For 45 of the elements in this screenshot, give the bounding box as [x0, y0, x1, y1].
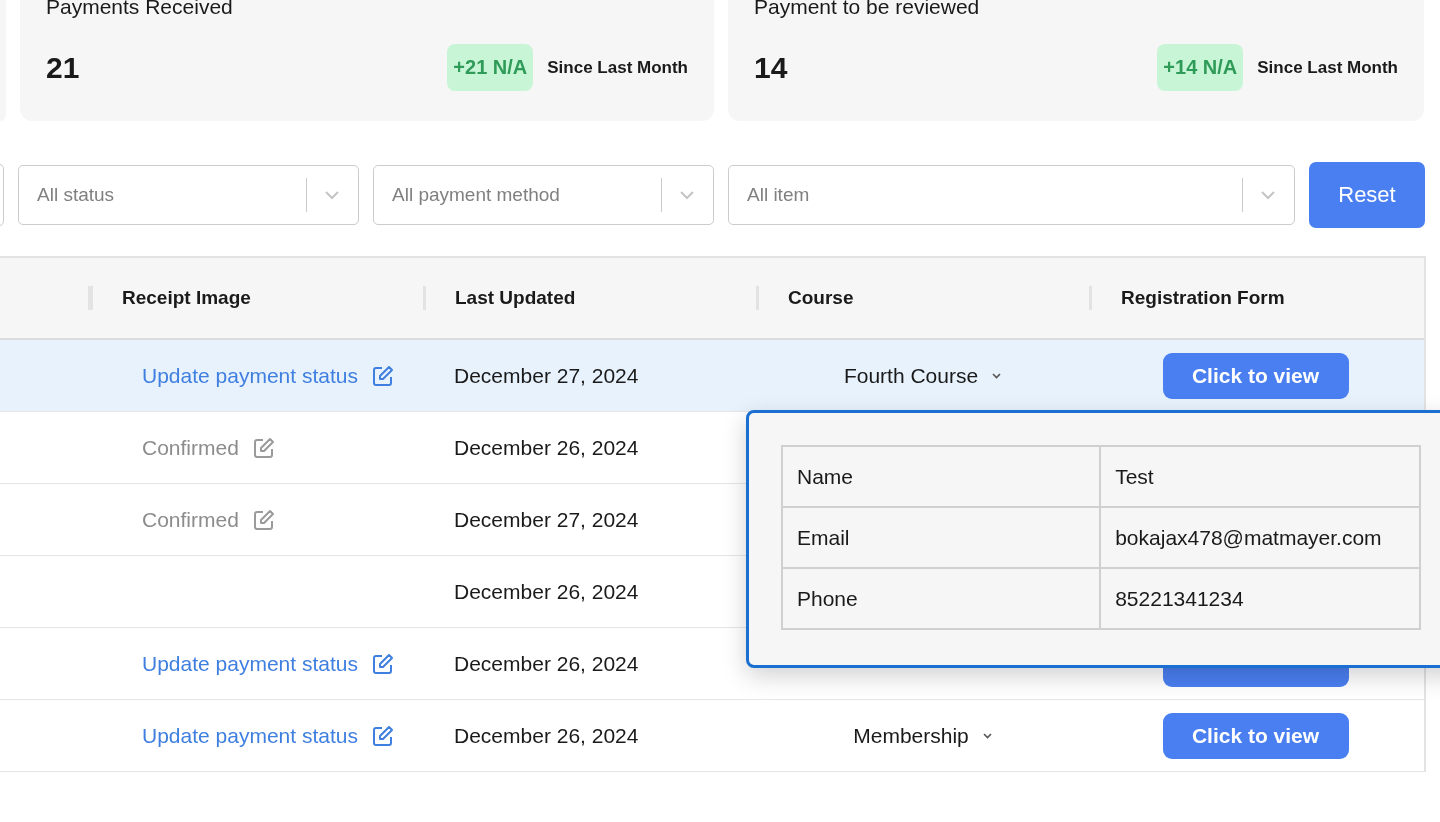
chevron-down-icon: [325, 190, 339, 200]
column-header: Last Updated: [455, 287, 576, 309]
status-text: Confirmed: [142, 435, 239, 460]
date-cell: December 27, 2024: [454, 507, 639, 532]
update-status-link[interactable]: Update payment status: [142, 723, 358, 748]
select-field[interactable]: All status: [18, 165, 359, 225]
chevron-down-icon: [1261, 190, 1275, 200]
date-cell: December 26, 2024: [454, 651, 639, 676]
column-header: Registration Form: [1121, 287, 1285, 309]
date-cell: December 26, 2024: [454, 723, 639, 748]
date-cell: December 26, 2024: [454, 435, 639, 460]
date-cell: December 27, 2024: [454, 363, 639, 388]
column-header: Receipt Image: [122, 287, 251, 309]
column-header: Course: [788, 287, 854, 309]
course-select[interactable]: Fourth Course: [843, 363, 979, 388]
stat-value: 21: [46, 50, 81, 85]
view-button[interactable]: Click to view: [1162, 352, 1349, 399]
select-field[interactable]: All payment method: [373, 165, 714, 225]
edit-icon[interactable]: [371, 364, 394, 387]
update-status-link[interactable]: Update payment status: [142, 651, 358, 676]
period-label: Since Last Month: [1257, 57, 1398, 78]
reset-button[interactable]: Reset: [1309, 162, 1425, 228]
chevron-down-icon: [680, 190, 694, 200]
course-select[interactable]: Membership: [853, 723, 969, 748]
status-text: Confirmed: [142, 507, 239, 532]
caret-icon[interactable]: [982, 732, 992, 739]
stat-value: 14: [754, 50, 789, 85]
change-badge: +14 N/A: [1157, 44, 1244, 91]
edit-icon[interactable]: [371, 724, 394, 747]
field-value: 85221341234: [1115, 586, 1244, 610]
caret-icon[interactable]: [992, 372, 1002, 379]
edit-icon[interactable]: [252, 508, 275, 531]
table-row[interactable]: Update payment status December 26, 2024 Membership Click to view: [0, 700, 1424, 772]
field-value: bokajax478@matmayer.com: [1115, 525, 1382, 549]
view-button[interactable]: Click to view: [1162, 712, 1349, 759]
table-row[interactable]: Update payment status December 27, 2024 Fourth Course Click to view: [0, 340, 1424, 412]
edit-icon[interactable]: [371, 652, 394, 675]
change-badge: +21 N/A: [447, 44, 534, 91]
select-field[interactable]: All item: [728, 165, 1295, 225]
edit-icon[interactable]: [252, 436, 275, 459]
period-label: Since Last Month: [547, 57, 688, 78]
date-cell: December 26, 2024: [454, 579, 639, 604]
field-label: Email: [797, 525, 850, 549]
update-status-link[interactable]: Update payment status: [142, 363, 358, 388]
field-label: Phone: [797, 586, 858, 610]
